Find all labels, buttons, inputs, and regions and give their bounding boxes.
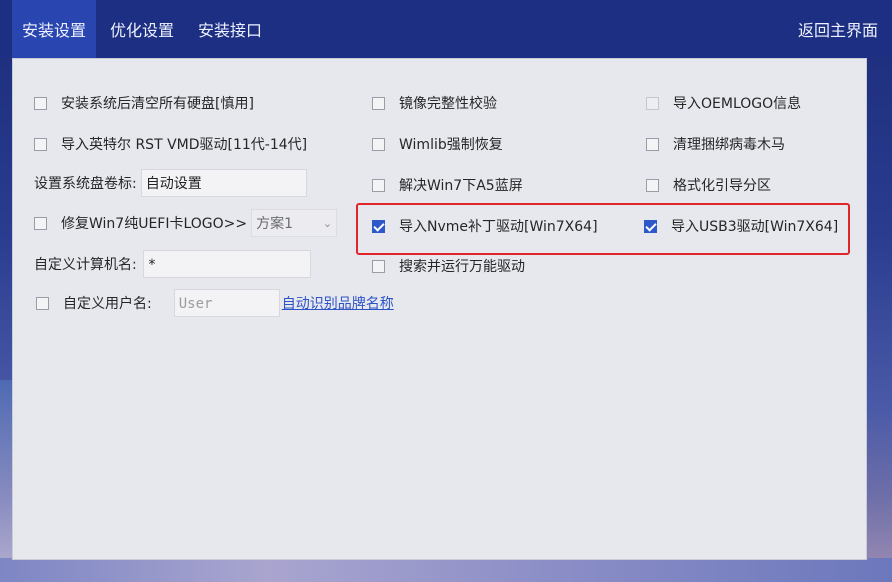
image-verify-checkbox[interactable] (372, 96, 385, 110)
nvme-patch-checkbox[interactable] (372, 219, 385, 233)
clean-trojan-label: 清理捆绑病毒木马 (673, 137, 785, 153)
oem-logo-label: 导入OEMLOGO信息 (673, 96, 802, 112)
volume-label-label: 设置系统盘卷标: (34, 176, 137, 192)
format-boot-label: 格式化引导分区 (673, 178, 771, 194)
option-search-drivers[interactable]: 搜索并运行万能驱动 (372, 253, 525, 279)
import-rst-label: 导入英特尔 RST VMD驱动[11代-14代] (61, 137, 308, 153)
background-wallpaper-bottom (0, 558, 892, 582)
auto-detect-brand-link[interactable]: 自动识别品牌名称 (282, 293, 394, 313)
fix-uefi-logo-checkbox[interactable] (34, 216, 47, 230)
option-usb3-driver[interactable]: 导入USB3驱动[Win7X64] (644, 213, 838, 239)
format-boot-checkbox[interactable] (646, 178, 659, 192)
fix-a5-checkbox[interactable] (372, 178, 385, 192)
scheme-select[interactable]: 方案1 ⌄ (251, 209, 338, 237)
chevron-down-icon: ⌄ (322, 216, 333, 230)
search-drivers-checkbox[interactable] (372, 259, 385, 273)
option-format-boot[interactable]: 格式化引导分区 (646, 172, 771, 198)
top-navigation-bar: 安装设置 优化设置 安装接口 返回主界面 (0, 0, 892, 58)
volume-label-row: 设置系统盘卷标: 自动设置 (34, 169, 307, 197)
option-nvme-patch[interactable]: 导入Nvme补丁驱动[Win7X64] (372, 213, 598, 239)
back-to-main-button[interactable]: 返回主界面 (798, 0, 878, 58)
image-verify-label: 镜像完整性校验 (399, 96, 497, 112)
computer-name-row: 自定义计算机名: * (34, 250, 311, 278)
search-drivers-label: 搜索并运行万能驱动 (399, 259, 525, 275)
option-custom-user[interactable]: 自定义用户名: User 自动识别品牌名称 (36, 289, 394, 317)
tab-install-interface[interactable]: 安装接口 (188, 0, 272, 58)
wimlib-restore-checkbox[interactable] (372, 137, 385, 151)
usb3-driver-label: 导入USB3驱动[Win7X64] (671, 219, 839, 235)
scheme-select-value: 方案1 (256, 216, 294, 232)
option-image-verify[interactable]: 镜像完整性校验 (372, 90, 497, 116)
usb3-driver-checkbox[interactable] (644, 219, 657, 233)
tab-install-settings[interactable]: 安装设置 (12, 0, 97, 58)
option-wimlib-restore[interactable]: Wimlib强制恢复 (372, 131, 503, 157)
option-clear-disks[interactable]: 安装系统后清空所有硬盘[慎用] (34, 90, 254, 116)
option-oem-logo[interactable]: 导入OEMLOGO信息 (646, 90, 801, 116)
import-rst-checkbox[interactable] (34, 137, 47, 151)
computer-name-input[interactable]: * (142, 250, 311, 278)
option-clean-trojan[interactable]: 清理捆绑病毒木马 (646, 131, 785, 157)
fix-uefi-logo-label: 修复Win7纯UEFI卡LOGO>> (61, 216, 248, 232)
fix-a5-label: 解决Win7下A5蓝屏 (399, 178, 523, 194)
computer-name-label: 自定义计算机名: (34, 257, 137, 273)
user-name-input[interactable]: User (173, 289, 280, 317)
nvme-patch-label: 导入Nvme补丁驱动[Win7X64] (399, 219, 598, 235)
tab-optimize-settings[interactable]: 优化设置 (100, 0, 184, 58)
clear-disks-label: 安装系统后清空所有硬盘[慎用] (61, 96, 254, 112)
option-import-rst[interactable]: 导入英特尔 RST VMD驱动[11代-14代] (34, 131, 307, 157)
wimlib-restore-label: Wimlib强制恢复 (399, 137, 503, 153)
clear-disks-checkbox[interactable] (34, 96, 47, 110)
option-fix-uefi-logo[interactable]: 修复Win7纯UEFI卡LOGO>> 方案1 ⌄ (34, 209, 338, 237)
custom-user-label: 自定义用户名: (63, 296, 152, 312)
clean-trojan-checkbox[interactable] (646, 137, 659, 151)
oem-logo-checkbox[interactable] (646, 96, 659, 110)
volume-label-input[interactable]: 自动设置 (140, 169, 307, 197)
option-fix-a5[interactable]: 解决Win7下A5蓝屏 (372, 172, 523, 198)
custom-user-checkbox[interactable] (36, 296, 49, 310)
